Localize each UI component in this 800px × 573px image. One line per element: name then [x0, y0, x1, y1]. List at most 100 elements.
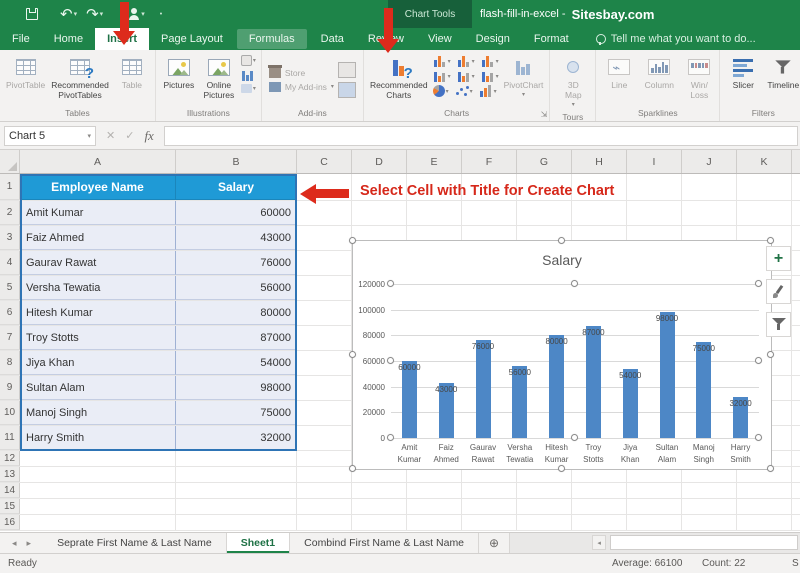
sheet-tab-sheet1[interactable]: Sheet1 — [227, 533, 290, 553]
empty-cell[interactable] — [517, 201, 572, 225]
empty-cell[interactable] — [517, 483, 572, 498]
scatter-chart-button[interactable]: ▾ — [455, 85, 473, 97]
row-number-6[interactable]: 6 — [0, 301, 20, 325]
sheet-tab-seprate-first-name-last-name[interactable]: Seprate First Name & Last Name — [43, 533, 227, 553]
insert-function-icon[interactable]: fx — [144, 128, 153, 144]
table-button[interactable]: Table — [112, 53, 152, 93]
table-cell[interactable]: Troy Stotts — [20, 326, 176, 350]
slicer-button[interactable]: Slicer — [723, 53, 763, 93]
empty-cell[interactable] — [737, 201, 792, 225]
chart-area-handle[interactable] — [558, 237, 565, 244]
sheet-nav-right-icon[interactable]: ▸ — [27, 538, 32, 549]
empty-cell[interactable] — [407, 515, 462, 530]
scrollbar-thumb[interactable] — [610, 535, 798, 550]
table-cell[interactable]: Amit Kumar — [20, 201, 176, 225]
plot-area-handle[interactable] — [755, 280, 762, 287]
table-header-cell[interactable]: Salary — [176, 174, 297, 200]
sheet-nav-left-icon[interactable]: ◂ — [12, 538, 17, 549]
formula-input[interactable] — [164, 126, 798, 146]
chart-area-handle[interactable] — [349, 465, 356, 472]
enter-icon[interactable]: ✓ — [125, 129, 134, 142]
plot-area-handle[interactable] — [387, 357, 394, 364]
table-cell[interactable]: 98000 — [176, 376, 297, 400]
empty-cell[interactable] — [297, 226, 352, 250]
empty-cell[interactable] — [627, 515, 682, 530]
charts-dialog-launcher-icon[interactable]: ⇲ — [541, 110, 548, 119]
line-chart-button[interactable]: ▾ — [433, 70, 451, 82]
chart-area-handle[interactable] — [349, 351, 356, 358]
empty-cell[interactable] — [297, 251, 352, 275]
empty-cell[interactable] — [682, 174, 737, 200]
empty-cell[interactable] — [20, 451, 176, 466]
empty-cell[interactable] — [462, 499, 517, 514]
empty-cell[interactable] — [462, 515, 517, 530]
column-header-i[interactable]: I — [627, 150, 682, 173]
addin-extra-icon-2[interactable] — [338, 82, 356, 98]
horizontal-scrollbar[interactable]: ◂ — [509, 533, 800, 553]
chart-bar[interactable] — [586, 326, 601, 438]
empty-cell[interactable] — [572, 499, 627, 514]
row-number-3[interactable]: 3 — [0, 226, 20, 250]
pictures-button[interactable]: Pictures — [159, 53, 199, 93]
column-header-h[interactable]: H — [572, 150, 627, 173]
plot-area-handle[interactable] — [571, 434, 578, 441]
empty-cell[interactable] — [297, 467, 352, 482]
chart-area-handle[interactable] — [767, 351, 774, 358]
empty-cell[interactable] — [407, 201, 462, 225]
chart-elements-button[interactable]: + — [766, 246, 791, 271]
empty-cell[interactable] — [352, 201, 407, 225]
empty-cell[interactable] — [297, 515, 352, 530]
row-number-4[interactable]: 4 — [0, 251, 20, 275]
empty-cell[interactable] — [176, 483, 297, 498]
bar-chart-button[interactable]: ▾ — [457, 55, 475, 67]
column-header-d[interactable]: D — [352, 150, 407, 173]
empty-cell[interactable] — [297, 301, 352, 325]
chart-bar[interactable] — [549, 335, 564, 438]
empty-cell[interactable] — [352, 515, 407, 530]
empty-cell[interactable] — [297, 201, 352, 225]
empty-cell[interactable] — [407, 483, 462, 498]
plot-area-handle[interactable] — [755, 434, 762, 441]
chart-filters-button[interactable] — [766, 312, 791, 337]
table-cell[interactable]: 60000 — [176, 201, 297, 225]
area-chart-button[interactable]: ▾ — [457, 70, 475, 82]
table-cell[interactable]: 43000 — [176, 226, 297, 250]
empty-cell[interactable] — [352, 483, 407, 498]
empty-cell[interactable] — [517, 515, 572, 530]
tab-format[interactable]: Format — [522, 28, 581, 50]
select-all-corner[interactable] — [0, 150, 20, 173]
table-cell[interactable]: 80000 — [176, 301, 297, 325]
empty-cell[interactable] — [572, 515, 627, 530]
chart-area-handle[interactable] — [558, 465, 565, 472]
empty-cell[interactable] — [682, 499, 737, 514]
tab-formulas[interactable]: Formulas — [237, 29, 307, 49]
hierarchy-chart-button[interactable]: ▾ — [481, 55, 499, 67]
chart-area-handle[interactable] — [767, 465, 774, 472]
row-number-1[interactable]: 1 — [0, 174, 20, 200]
pivottable-button[interactable]: PivotTable — [3, 53, 48, 93]
recommended-charts-button[interactable]: ? Recommended Charts — [367, 53, 431, 103]
tab-data[interactable]: Data — [309, 28, 356, 50]
name-box[interactable]: Chart 5 ▾ — [4, 126, 96, 146]
qat-more-icon[interactable]: • — [160, 11, 162, 18]
table-cell[interactable]: 32000 — [176, 426, 297, 450]
column-header-g[interactable]: G — [517, 150, 572, 173]
column-header-b[interactable]: B — [176, 150, 297, 173]
table-cell[interactable]: Manoj Singh — [20, 401, 176, 425]
row-number-15[interactable]: 15 — [0, 499, 20, 514]
empty-cell[interactable] — [352, 499, 407, 514]
sparkline-line-button[interactable]: Line — [599, 53, 639, 93]
empty-cell[interactable] — [627, 499, 682, 514]
column-header-e[interactable]: E — [407, 150, 462, 173]
plot-area-handle[interactable] — [755, 357, 762, 364]
redo-icon[interactable]: ↷ — [86, 4, 99, 24]
table-cell[interactable]: 56000 — [176, 276, 297, 300]
tab-file[interactable]: File — [0, 28, 42, 50]
online-pictures-button[interactable]: Online Pictures — [199, 53, 239, 103]
empty-cell[interactable] — [176, 515, 297, 530]
chart-styles-button[interactable] — [766, 279, 791, 304]
undo-dropdown-icon[interactable]: ▾ — [74, 10, 78, 18]
table-cell[interactable]: 76000 — [176, 251, 297, 275]
empty-cell[interactable] — [20, 515, 176, 530]
row-number-14[interactable]: 14 — [0, 483, 20, 498]
